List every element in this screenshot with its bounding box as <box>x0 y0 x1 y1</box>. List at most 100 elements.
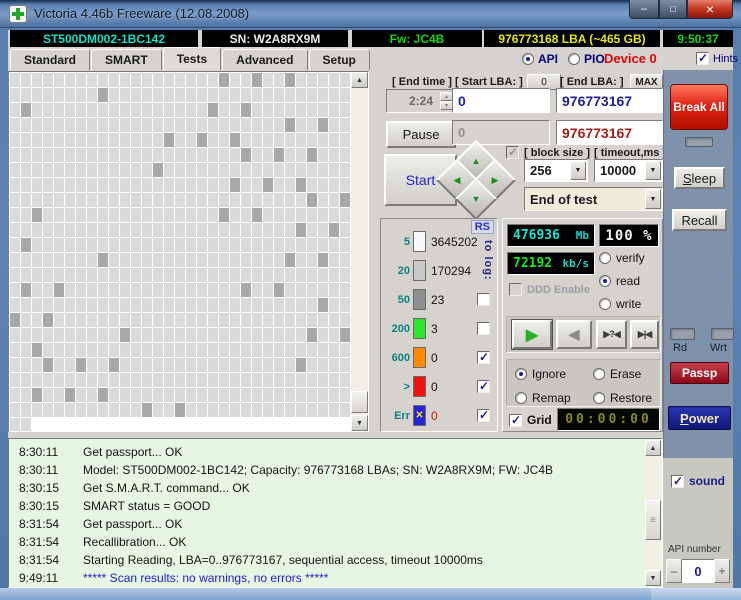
map-cell <box>318 373 328 387</box>
power-button[interactable]: Power <box>668 406 731 430</box>
timing-stats-panel: RS to log: 5364520220170294502320036000>… <box>380 218 498 432</box>
scroll-up-icon[interactable]: ▲ <box>351 72 368 88</box>
map-scroll-thumb[interactable] <box>351 391 368 413</box>
tab-setup[interactable]: Setup <box>308 49 370 70</box>
map-cell <box>219 88 229 102</box>
loop-checkbox <box>506 145 519 159</box>
resize-grip[interactable] <box>651 588 741 600</box>
device-indicator[interactable]: Device 0 <box>604 51 657 66</box>
map-cell <box>54 253 64 267</box>
radio-ignore[interactable]: Ignore <box>515 366 593 383</box>
map-cell <box>318 403 328 417</box>
radio-dot <box>515 368 527 381</box>
hints-checkbox[interactable] <box>696 51 709 65</box>
block-size-value: 256 <box>530 163 552 178</box>
tab-standard[interactable]: Standard <box>10 49 91 70</box>
bin-log-checkbox[interactable] <box>477 293 490 306</box>
map-cell <box>131 148 141 162</box>
block-size-select[interactable]: 256 ▼ <box>524 159 588 182</box>
passport-button[interactable]: Passp <box>670 362 729 384</box>
map-cell <box>120 388 130 402</box>
end-time-spinner[interactable]: 2:24 ▲ ▼ <box>386 89 456 113</box>
map-cell <box>186 373 196 387</box>
api-minus-button[interactable]: – <box>666 559 682 583</box>
api-number-label: API number <box>668 544 721 555</box>
radio-read[interactable]: read <box>599 274 645 288</box>
maximize-button[interactable]: □ <box>659 0 687 19</box>
map-cell <box>197 73 207 87</box>
radio-remap[interactable]: Remap <box>515 390 593 407</box>
map-cell <box>21 388 31 402</box>
log-scroll-thumb[interactable]: ≡ <box>645 500 661 540</box>
bin-log-checkbox[interactable] <box>477 379 490 393</box>
map-cell <box>98 268 108 282</box>
radio-write[interactable]: write <box>599 297 645 311</box>
map-cell <box>263 223 273 237</box>
map-cell <box>274 343 284 357</box>
api-plus-button[interactable]: + <box>714 559 730 583</box>
title-bar[interactable]: Victoria 4.46b Freeware (12.08.2008) – □… <box>0 0 741 28</box>
map-cell <box>120 133 130 147</box>
sidebar-lower: sound API number – 0 + <box>663 458 733 588</box>
grid-checkbox-row[interactable]: Grid <box>509 413 552 427</box>
tab-tests[interactable]: Tests <box>162 47 222 70</box>
skip-search-button[interactable]: ▶?◀ <box>596 320 627 349</box>
end-lba-input[interactable]: 976773167 <box>556 88 663 113</box>
start-lba-input[interactable]: 0 <box>452 88 550 113</box>
tab-advanced[interactable]: Advanced <box>222 49 308 70</box>
reverse-button[interactable]: ◀ <box>556 320 592 349</box>
map-cell <box>54 178 64 192</box>
map-cell <box>142 283 152 297</box>
radio-verify[interactable]: verify <box>599 251 645 265</box>
map-cell <box>307 103 317 117</box>
map-cell <box>32 133 42 147</box>
map-cell <box>153 178 163 192</box>
sleep-button[interactable]: Sleep <box>674 167 725 189</box>
tab-smart[interactable]: SMART <box>91 49 162 70</box>
pio-radio[interactable]: PIO <box>568 52 605 66</box>
map-cell <box>230 328 240 342</box>
dropdown-arrow-icon[interactable]: ▼ <box>645 189 661 209</box>
map-cell <box>274 313 284 327</box>
map-cell <box>186 178 196 192</box>
map-cell <box>87 178 97 192</box>
minimize-button[interactable]: – <box>629 0 659 19</box>
map-cell <box>131 253 141 267</box>
close-button[interactable]: × <box>687 0 733 19</box>
bin-log-checkbox[interactable] <box>477 350 490 364</box>
sound-checkbox-row[interactable]: sound <box>671 474 725 488</box>
bin-color-block <box>413 260 426 281</box>
dropdown-arrow-icon[interactable]: ▼ <box>645 161 661 180</box>
radio-dot <box>593 368 605 381</box>
sound-checkbox[interactable] <box>671 474 684 488</box>
map-scrollbar[interactable]: ▲ ▼ <box>351 72 368 431</box>
map-cell <box>98 253 108 267</box>
map-cell <box>197 283 207 297</box>
bin-log-checkbox[interactable] <box>477 322 490 335</box>
log-scroll-up-icon[interactable]: ▲ <box>645 440 661 456</box>
api-radio[interactable]: API <box>522 52 558 66</box>
break-all-button[interactable]: Break All <box>670 84 728 130</box>
power-label: Power <box>679 410 719 426</box>
map-cell <box>120 298 130 312</box>
radio-erase[interactable]: Erase <box>593 366 660 383</box>
skip-end-button[interactable]: ▶|◀ <box>630 320 659 349</box>
map-cell <box>175 118 185 132</box>
grid-checkbox[interactable] <box>509 413 522 427</box>
end-action-select[interactable]: End of test ▼ <box>524 187 663 211</box>
map-cell <box>131 73 141 87</box>
play-button[interactable]: ▶ <box>511 319 553 350</box>
log-scrollbar[interactable]: ▲ ≡ ▼ <box>645 440 661 586</box>
dropdown-arrow-icon[interactable]: ▼ <box>570 161 586 180</box>
map-cell <box>76 388 86 402</box>
timeout-select[interactable]: 10000 ▼ <box>594 159 663 182</box>
map-cell <box>109 358 119 372</box>
hints-checkbox-row[interactable]: Hints <box>696 51 738 65</box>
recall-button[interactable]: Recall <box>672 209 727 231</box>
log-scroll-down-icon[interactable]: ▼ <box>645 570 661 586</box>
map-cell <box>230 298 240 312</box>
scroll-down-icon[interactable]: ▼ <box>351 415 368 431</box>
bin-log-checkbox[interactable] <box>477 408 490 422</box>
radio-restore[interactable]: Restore <box>593 390 660 407</box>
map-cell <box>241 163 251 177</box>
